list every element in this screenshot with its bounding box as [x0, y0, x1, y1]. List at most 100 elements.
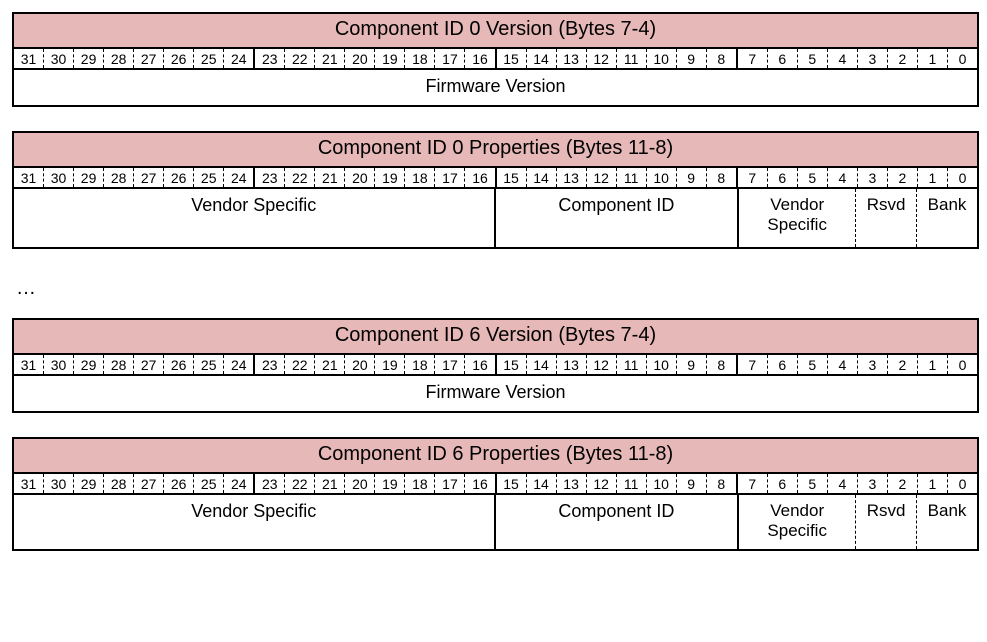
bit-cell: 5 — [798, 474, 828, 493]
bit-cell: 30 — [44, 355, 74, 374]
bit-cell: 4 — [828, 49, 858, 68]
bit-cell: 7 — [738, 49, 768, 68]
bit-cell: 2 — [888, 474, 918, 493]
bit-cell: 1 — [918, 168, 948, 187]
register-title: Component ID 6 Version (Bytes 7-4) — [14, 320, 977, 355]
register-title: Component ID 0 Properties (Bytes 11-8) — [14, 133, 977, 168]
bit-cell: 14 — [527, 474, 557, 493]
bit-cell: 6 — [768, 474, 798, 493]
bit-cell: 21 — [315, 49, 345, 68]
bit-cell: 14 — [527, 49, 557, 68]
bit-cell: 28 — [104, 474, 134, 493]
bit-cell: 16 — [465, 474, 494, 493]
bit-cell: 26 — [164, 168, 194, 187]
bit-cell: 23 — [255, 355, 285, 374]
field-row: Firmware Version — [14, 70, 977, 105]
register-title: Component ID 0 Version (Bytes 7-4) — [14, 14, 977, 49]
field-rsvd: Rsvd — [856, 189, 917, 247]
bit-cell: 7 — [738, 474, 768, 493]
bit-cell: 3 — [858, 355, 888, 374]
bit-cell: 5 — [798, 355, 828, 374]
field-vendor-specific: Vendor Specific — [14, 495, 496, 549]
bit-cell: 31 — [14, 168, 44, 187]
bit-cell: 14 — [527, 355, 557, 374]
bit-cell: 13 — [557, 355, 587, 374]
bit-cell: 25 — [194, 474, 224, 493]
bit-cell: 21 — [315, 168, 345, 187]
bit-cell: 26 — [164, 355, 194, 374]
bit-cell: 4 — [828, 474, 858, 493]
bit-cell: 11 — [617, 168, 647, 187]
bit-cell: 31 — [14, 355, 44, 374]
bit-cell: 28 — [104, 49, 134, 68]
bit-cell: 17 — [435, 49, 465, 68]
bit-cell: 30 — [44, 168, 74, 187]
bit-cell: 5 — [798, 168, 828, 187]
bit-index-row: 3130292827262524 2322212019181716 151413… — [14, 474, 977, 495]
bit-cell: 28 — [104, 168, 134, 187]
field-row: Firmware Version — [14, 376, 977, 411]
bit-cell: 29 — [74, 49, 104, 68]
register-block: Component ID 0 Properties (Bytes 11-8) 3… — [12, 131, 979, 249]
bit-cell: 25 — [194, 168, 224, 187]
bit-index-row: 3130292827262524 2322212019181716 151413… — [14, 355, 977, 376]
bit-cell: 18 — [405, 168, 435, 187]
bit-cell: 1 — [918, 474, 948, 493]
bit-cell: 22 — [285, 168, 315, 187]
bit-cell: 26 — [164, 49, 194, 68]
bit-cell: 2 — [888, 168, 918, 187]
bit-cell: 17 — [435, 474, 465, 493]
bit-cell: 6 — [768, 355, 798, 374]
bit-cell: 13 — [557, 49, 587, 68]
bit-cell: 27 — [134, 474, 164, 493]
field-firmware-version: Firmware Version — [14, 70, 977, 105]
bit-cell: 19 — [375, 49, 405, 68]
bit-cell: 19 — [375, 474, 405, 493]
register-block: Component ID 0 Version (Bytes 7-4) 31302… — [12, 12, 979, 107]
bit-cell: 18 — [405, 355, 435, 374]
bit-cell: 27 — [134, 49, 164, 68]
bit-cell: 23 — [255, 168, 285, 187]
bit-cell: 11 — [617, 49, 647, 68]
bit-cell: 27 — [134, 168, 164, 187]
bit-cell: 9 — [677, 168, 707, 187]
bit-cell: 25 — [194, 355, 224, 374]
bit-cell: 24 — [224, 474, 253, 493]
bit-index-row: 3130292827262524 2322212019181716 151413… — [14, 168, 977, 189]
field-rsvd: Rsvd — [856, 495, 917, 549]
bit-cell: 15 — [497, 474, 527, 493]
bit-cell: 3 — [858, 49, 888, 68]
bit-index-row: 3130292827262524 2322212019181716 151413… — [14, 49, 977, 70]
bit-cell: 17 — [435, 168, 465, 187]
field-firmware-version: Firmware Version — [14, 376, 977, 411]
bit-cell: 18 — [405, 474, 435, 493]
bit-cell: 27 — [134, 355, 164, 374]
bit-cell: 8 — [707, 474, 736, 493]
bit-cell: 10 — [647, 168, 677, 187]
bit-cell: 31 — [14, 49, 44, 68]
bit-cell: 4 — [828, 355, 858, 374]
register-title: Component ID 6 Properties (Bytes 11-8) — [14, 439, 977, 474]
bit-cell: 24 — [224, 168, 253, 187]
bit-cell: 29 — [74, 168, 104, 187]
field-byte0-group: Vendor Specific Rsvd Bank — [739, 495, 977, 549]
bit-cell: 1 — [918, 355, 948, 374]
bit-cell: 13 — [557, 168, 587, 187]
field-byte0-group: Vendor Specific Rsvd Bank — [739, 189, 977, 247]
bit-cell: 0 — [948, 355, 977, 374]
bit-cell: 12 — [587, 49, 617, 68]
bit-cell: 29 — [74, 355, 104, 374]
bit-cell: 31 — [14, 474, 44, 493]
field-vendor-specific-narrow: Vendor Specific — [739, 495, 856, 549]
register-block: Component ID 6 Version (Bytes 7-4) 31302… — [12, 318, 979, 413]
bit-cell: 23 — [255, 49, 285, 68]
bit-cell: 15 — [497, 168, 527, 187]
field-row: Vendor Specific Component ID Vendor Spec… — [14, 189, 977, 247]
bit-cell: 2 — [888, 49, 918, 68]
bit-cell: 8 — [707, 49, 736, 68]
bit-cell: 12 — [587, 168, 617, 187]
bit-cell: 22 — [285, 49, 315, 68]
bit-cell: 29 — [74, 474, 104, 493]
bit-cell: 20 — [345, 474, 375, 493]
bit-cell: 10 — [647, 49, 677, 68]
